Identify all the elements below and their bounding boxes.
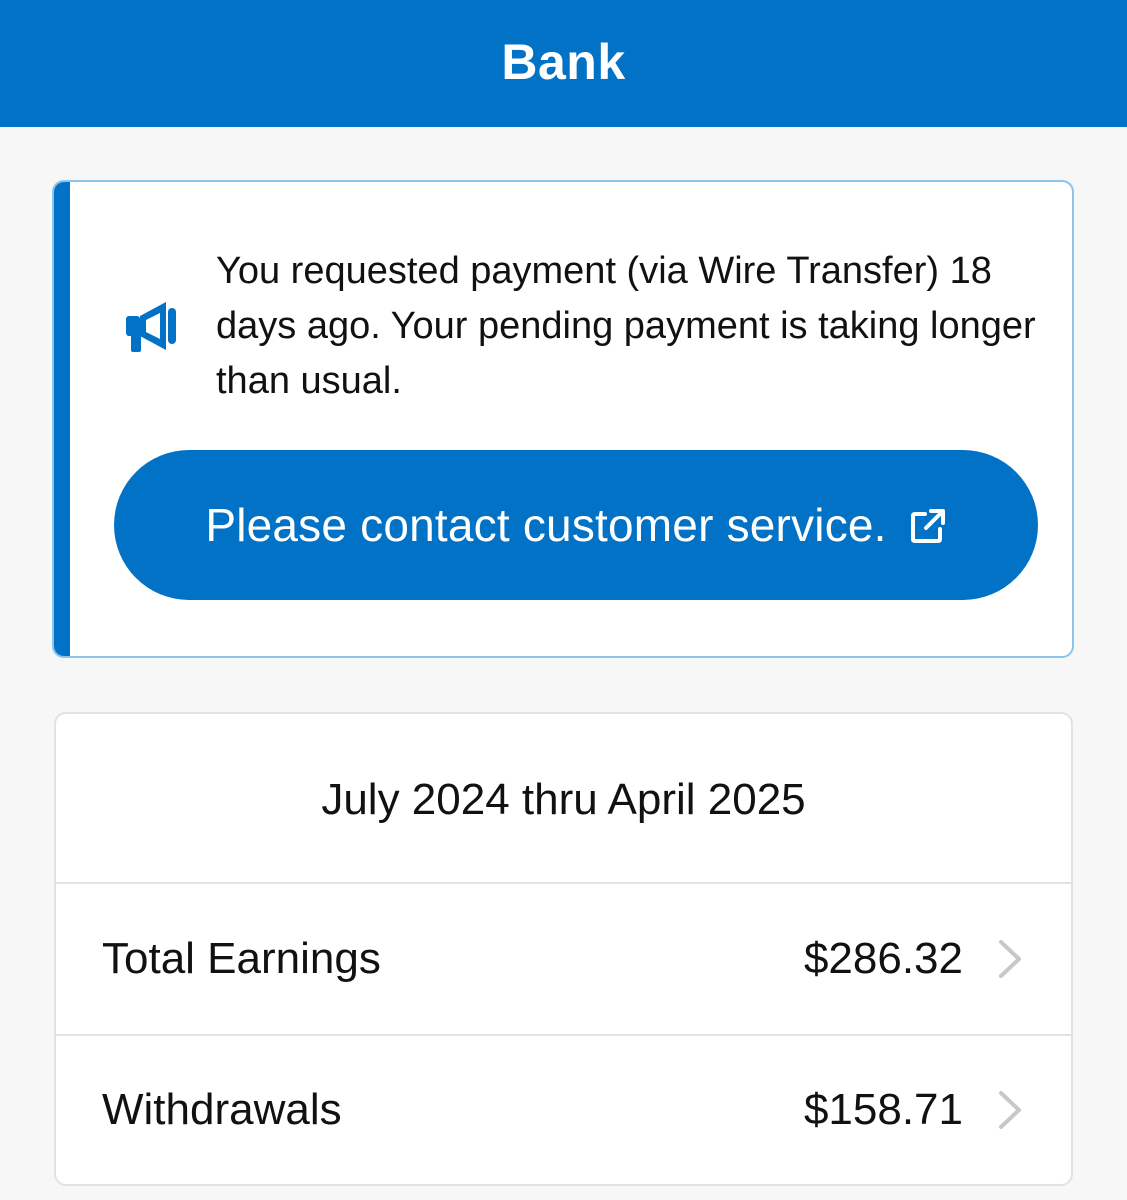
contact-button-label: Please contact customer service. [205, 499, 887, 551]
page-title: Bank [501, 33, 626, 90]
total-earnings-row[interactable]: Total Earnings $286.32 [56, 884, 1071, 1034]
contact-customer-service-button[interactable]: Please contact customer service. [114, 450, 1038, 600]
alert-message: You requested payment (via Wire Transfer… [216, 250, 1036, 402]
period-label: July 2024 thru April 2025 [321, 775, 806, 824]
pending-payment-alert: You requested payment (via Wire Transfer… [52, 180, 1074, 658]
total-earnings-label: Total Earnings [102, 934, 381, 983]
withdrawals-row[interactable]: Withdrawals $158.71 [56, 1034, 1071, 1184]
app-header: Bank [0, 0, 1127, 127]
total-earnings-value: $286.32 [803, 934, 963, 983]
alert-accent-bar [54, 182, 70, 656]
withdrawals-label: Withdrawals [102, 1085, 342, 1134]
chevron-right-icon [999, 940, 1021, 978]
period-header: July 2024 thru April 2025 [56, 714, 1071, 884]
chevron-right-icon [999, 1091, 1021, 1129]
withdrawals-value: $158.71 [803, 1085, 963, 1134]
external-link-icon [910, 509, 945, 543]
megaphone-icon [126, 302, 176, 352]
earnings-summary-card: July 2024 thru April 2025 Total Earnings… [54, 712, 1073, 1186]
